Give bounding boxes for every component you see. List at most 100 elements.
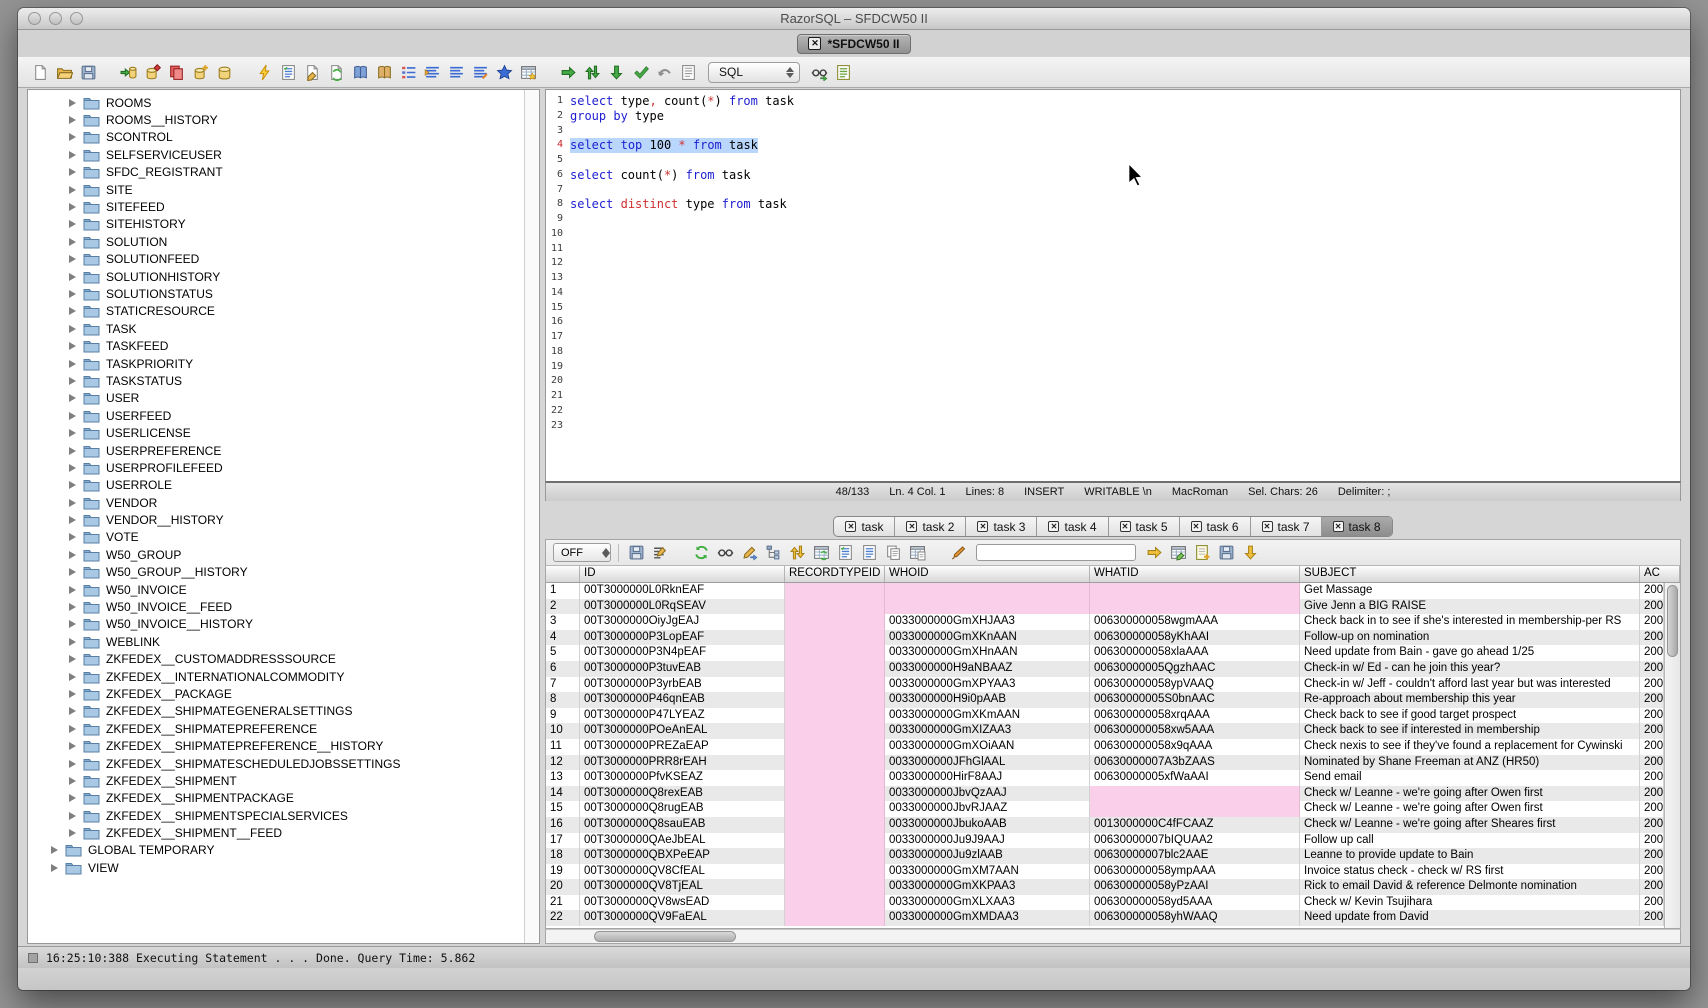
cell-whatid[interactable]: 00630000005xfWaAAI: [1090, 770, 1300, 786]
tree-item-zkfedex-shipmatepreference[interactable]: ZKFEDEX__SHIPMATEPREFERENCE: [28, 720, 524, 737]
cell-subject[interactable]: Check w/ Leanne - we're going after Shea…: [1300, 817, 1640, 833]
cell-whatid[interactable]: 006300000058ypVAAQ: [1090, 677, 1300, 693]
table-row[interactable]: 300T3000000OiyJgEAJ0033000000GmXHJAA3006…: [546, 614, 1664, 630]
cell-subject[interactable]: Re-approach about membership this year: [1300, 692, 1640, 708]
cell-whoid[interactable]: 0033000000GmXLXAA3: [885, 895, 1090, 911]
disclosure-triangle-icon[interactable]: [69, 342, 76, 350]
cell-whoid[interactable]: 0033000000GmXKPAA3: [885, 879, 1090, 895]
row-number[interactable]: 22: [546, 910, 580, 926]
table-row[interactable]: 1900T3000000QV8CfEAL0033000000GmXM7AAN00…: [546, 864, 1664, 880]
results-tab-task-3[interactable]: ✕task 3: [966, 517, 1037, 536]
cell-id[interactable]: 00T3000000P46qnEAB: [580, 692, 785, 708]
cell-whatid[interactable]: 006300000058xrqAAA: [1090, 708, 1300, 724]
checklist-icon[interactable]: [278, 62, 299, 83]
tree-item-userfeed[interactable]: USERFEED: [28, 407, 524, 424]
tree-item-userlicense[interactable]: USERLICENSE: [28, 424, 524, 441]
copy-pages-icon[interactable]: [883, 543, 903, 563]
cell-ac[interactable]: 200: [1640, 801, 1664, 817]
cell-ac[interactable]: 200: [1640, 895, 1664, 911]
align-icon[interactable]: [446, 62, 467, 83]
cell-id[interactable]: 00T3000000L0RknEAF: [580, 583, 785, 599]
sort-ud-icon[interactable]: [787, 543, 807, 563]
cell-recordtypeid[interactable]: [785, 848, 885, 864]
table-row[interactable]: 400T3000000P3LopEAF0033000000GmXKnAAN006…: [546, 630, 1664, 646]
cell-whoid[interactable]: 0033000000H9i0pAAB: [885, 692, 1090, 708]
column-header-recordtypeid[interactable]: RECORDTYPEID: [785, 566, 885, 582]
cell-ac[interactable]: 200: [1640, 677, 1664, 693]
results-tab-task-7[interactable]: ✕task 7: [1251, 517, 1322, 536]
tree-item-w50-invoice-history[interactable]: W50_INVOICE__HISTORY: [28, 616, 524, 633]
editor-line[interactable]: 17: [546, 330, 1680, 345]
cell-subject[interactable]: Get Massage: [1300, 583, 1640, 599]
cell-ac[interactable]: 200: [1640, 833, 1664, 849]
disclosure-triangle-icon[interactable]: [69, 307, 76, 315]
cell-recordtypeid[interactable]: [785, 817, 885, 833]
cell-subject[interactable]: Nominated by Shane Freeman at ANZ (HR50): [1300, 755, 1640, 771]
table-row[interactable]: 1700T3000000QAeJbEAL0033000000Ju9J9AAJ00…: [546, 833, 1664, 849]
save-icon[interactable]: [78, 62, 99, 83]
disclosure-triangle-icon[interactable]: [69, 151, 76, 159]
cell-whoid[interactable]: 0033000000JbvRJAAZ: [885, 801, 1090, 817]
column-header-id[interactable]: ID: [580, 566, 785, 582]
cell-whoid[interactable]: 0033000000JbukoAAB: [885, 817, 1090, 833]
cell-ac[interactable]: 200: [1640, 786, 1664, 802]
cell-id[interactable]: 00T3000000QV9FaEAL: [580, 910, 785, 926]
table-row[interactable]: 800T3000000P46qnEAB0033000000H9i0pAAB006…: [546, 692, 1664, 708]
save-icon[interactable]: [626, 543, 646, 563]
db-icon[interactable]: [214, 62, 235, 83]
row-number[interactable]: 16: [546, 817, 580, 833]
cell-recordtypeid[interactable]: [785, 645, 885, 661]
cell-id[interactable]: 00T3000000PRR8rEAH: [580, 755, 785, 771]
tree-item-selfserviceuser[interactable]: SELFSERVICEUSER: [28, 146, 524, 163]
cell-ac[interactable]: 200: [1640, 864, 1664, 880]
editor-line[interactable]: 13: [546, 271, 1680, 286]
undo-icon[interactable]: [654, 62, 675, 83]
tree-item-taskstatus[interactable]: TASKSTATUS: [28, 372, 524, 389]
close-tab-icon[interactable]: ✕: [977, 521, 988, 532]
table-row[interactable]: 1300T3000000PfvKSEAZ0033000000HirF8AAJ00…: [546, 770, 1664, 786]
cell-whatid[interactable]: 006300000058yKhAAI: [1090, 630, 1300, 646]
cell-ac[interactable]: 200: [1640, 645, 1664, 661]
tree-item-zkfedex-shipmategeneralsettings[interactable]: ZKFEDEX__SHIPMATEGENERALSETTINGS: [28, 703, 524, 720]
disclosure-triangle-icon[interactable]: [69, 116, 76, 124]
tree-item-view[interactable]: VIEW: [28, 859, 524, 876]
cell-ac[interactable]: 200: [1640, 723, 1664, 739]
cell-ac[interactable]: 200: [1640, 661, 1664, 677]
disclosure-triangle-icon[interactable]: [69, 725, 76, 733]
column-header-whoid[interactable]: WHOID: [885, 566, 1090, 582]
cell-recordtypeid[interactable]: [785, 692, 885, 708]
checklist-icon[interactable]: [835, 543, 855, 563]
row-number[interactable]: 12: [546, 755, 580, 771]
cell-recordtypeid[interactable]: [785, 599, 885, 615]
table-row[interactable]: 900T3000000P47LYEAZ0033000000GmXKmAAN006…: [546, 708, 1664, 724]
tree-item-rooms[interactable]: ROOMS: [28, 94, 524, 111]
arrows-swap-icon[interactable]: [582, 62, 603, 83]
disclosure-triangle-icon[interactable]: [69, 168, 76, 176]
cell-id[interactable]: 00T3000000Q8rexEAB: [580, 786, 785, 802]
tree-sort-icon[interactable]: [763, 543, 783, 563]
cell-subject[interactable]: Give Jenn a BIG RAISE: [1300, 599, 1640, 615]
disclosure-triangle-icon[interactable]: [69, 673, 76, 681]
row-number[interactable]: 6: [546, 661, 580, 677]
filter-lines-icon[interactable]: [650, 543, 670, 563]
disclosure-triangle-icon[interactable]: [69, 620, 76, 628]
results-search-input[interactable]: [976, 544, 1136, 561]
results-tab-task-8[interactable]: ✕task 8: [1322, 517, 1392, 536]
disclosure-triangle-icon[interactable]: [69, 603, 76, 611]
cell-recordtypeid[interactable]: [785, 833, 885, 849]
cell-recordtypeid[interactable]: [785, 786, 885, 802]
glasses-icon[interactable]: [715, 543, 735, 563]
cell-whoid[interactable]: 0033000000GmXIZAA3: [885, 723, 1090, 739]
editor-line[interactable]: 10: [546, 227, 1680, 242]
row-number[interactable]: 10: [546, 723, 580, 739]
scrollbar-thumb[interactable]: [1667, 585, 1678, 657]
row-number[interactable]: 13: [546, 770, 580, 786]
cell-id[interactable]: 00T3000000PfvKSEAZ: [580, 770, 785, 786]
disclosure-triangle-icon[interactable]: [69, 533, 76, 541]
cell-whoid[interactable]: 0033000000Ju9zlAAB: [885, 848, 1090, 864]
save-icon[interactable]: [1216, 543, 1236, 563]
editor-line[interactable]: 5: [546, 153, 1680, 168]
table-row[interactable]: 1100T3000000PREZaEAP0033000000GmXOiAAN00…: [546, 739, 1664, 755]
tree-item-user[interactable]: USER: [28, 390, 524, 407]
row-number[interactable]: 7: [546, 677, 580, 693]
